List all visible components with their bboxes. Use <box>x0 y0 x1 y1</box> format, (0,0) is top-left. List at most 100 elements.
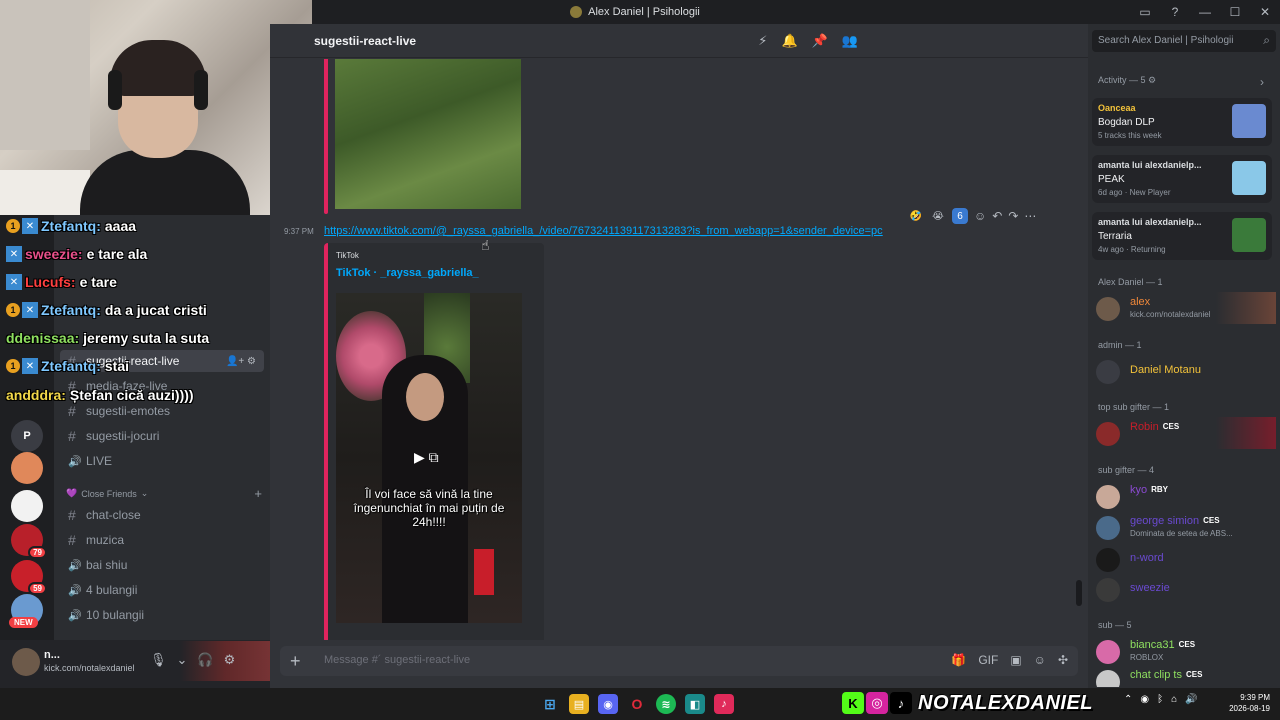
gear-icon[interactable]: ⚙ <box>224 652 236 668</box>
user-name: n... <box>44 649 60 661</box>
microphone-icon[interactable]: 🎙 <box>150 652 167 668</box>
file-explorer-icon[interactable]: ▤ <box>569 694 589 714</box>
channel-4-bulangii[interactable]: 🔊 4 bulangii <box>60 579 264 601</box>
pin-icon[interactable]: 📌 <box>812 33 828 49</box>
spotify-icon[interactable]: ≋ <box>656 694 676 714</box>
system-tray: ⌃ ◉ ᛒ ⌂ 🔊 <box>1124 694 1198 705</box>
brand-name: NOTALEXDANIEL <box>918 691 1094 714</box>
play-icon[interactable]: ▶ ⧉ <box>414 449 439 466</box>
network-icon[interactable]: ⌂ <box>1171 694 1177 705</box>
role-header: top sub gifter — 1 <box>1098 402 1170 412</box>
scrollbar[interactable] <box>1076 580 1082 606</box>
reaction-rofl[interactable]: 🤣 <box>908 208 924 224</box>
server-3[interactable] <box>11 490 43 522</box>
clock[interactable]: 9:39 PM 2026-08-19 <box>1229 692 1270 714</box>
server-5[interactable]: 59 <box>11 560 47 595</box>
tiktok-icon[interactable]: ♪ <box>714 694 734 714</box>
user-status: kick.com/notalexdaniel <box>44 663 135 673</box>
role-header: admin — 1 <box>1098 340 1142 350</box>
member-robin[interactable]: Robin CES <box>1096 417 1276 449</box>
chevron-up-icon[interactable]: ⌃ <box>1124 694 1132 705</box>
channel-bai-shiu[interactable]: 🔊 bai shiu <box>60 554 264 576</box>
bluetooth-icon[interactable]: ᛒ <box>1157 694 1163 705</box>
search-input[interactable]: Search Alex Daniel | Psihologii ⌕ <box>1092 30 1276 52</box>
members-icon[interactable]: 👥 <box>842 33 858 49</box>
category-close-friends[interactable]: 💜 Close Friends ⌄ + <box>66 486 262 501</box>
member-alex[interactable]: alex kick.com/notalexdaniel <box>1096 292 1276 324</box>
avatar <box>1096 360 1120 384</box>
bell-icon[interactable]: 🔔 <box>781 33 797 49</box>
avatar <box>1096 297 1120 321</box>
server-4[interactable]: 79 <box>11 524 47 559</box>
channel-title: sugestii-react-live <box>314 33 417 48</box>
discord-icon[interactable]: ◉ <box>598 694 618 714</box>
embed-author[interactable]: TikTok · _rayssa_gabriella_ <box>336 267 479 279</box>
window-title: Alex Daniel | Psihologii <box>588 6 700 18</box>
volume-icon[interactable]: 🔊 <box>1185 694 1197 705</box>
chat-line: ✕ Lucufs: e tare <box>6 271 117 293</box>
close-button[interactable]: ✕ <box>1250 5 1280 19</box>
embed-video-thumbnail[interactable]: ▶ ⧉ Îl voi face să vină la tine îngenunc… <box>336 293 522 623</box>
opera-icon[interactable]: O <box>627 694 647 714</box>
activity-card[interactable]: amanta lui alexdanielp... Terraria 4w ag… <box>1092 212 1272 260</box>
member-george-simion[interactable]: george simion CES Dominata de setea de AB… <box>1096 513 1276 541</box>
activity-card[interactable]: Oanceaa Bogdan DLP 5 tracks this week <box>1092 98 1272 146</box>
member-bianca31[interactable]: bianca31 CES ROBLOX <box>1096 637 1276 665</box>
help-icon[interactable]: ? <box>1160 5 1190 19</box>
webcam-overlay <box>0 0 312 215</box>
channel-muzica[interactable]: # muzica <box>60 529 264 551</box>
channel-sugestii-jocuri[interactable]: # sugestii-jocuri <box>60 425 264 447</box>
new-badge: NEW <box>9 617 38 628</box>
tiktok-link[interactable]: https://www.tiktok.com/@_rayssa_gabriell… <box>324 225 883 237</box>
sub-badge-icon: 1 <box>6 219 20 233</box>
more-icon[interactable]: ⋯ <box>1024 209 1036 223</box>
sticker-icon[interactable]: ▣ <box>1010 653 1021 667</box>
discord-tray-icon[interactable]: ◉ <box>1140 694 1149 705</box>
threads-icon[interactable]: ⚡ <box>758 33 767 49</box>
avatar <box>1096 548 1120 572</box>
chat-line: 1 ✕ Ztefantq: aaaa <box>6 215 136 237</box>
channel-chat-close[interactable]: # chat-close <box>60 504 264 526</box>
message: 9:37 PM https://www.tiktok.com/@_rayssa_… <box>270 225 1088 241</box>
minimize-button[interactable]: — <box>1190 5 1220 19</box>
gif-icon[interactable]: GIF <box>978 653 998 667</box>
member-sweezie[interactable]: sweezie <box>1096 575 1276 603</box>
member-kyo[interactable]: kyo RBY <box>1096 482 1276 510</box>
add-channel-icon[interactable]: + <box>254 486 262 501</box>
reaction-cry[interactable]: 😭 <box>930 208 946 224</box>
avatar <box>1096 578 1120 602</box>
add-attachment-icon[interactable]: + <box>290 651 301 672</box>
server-1[interactable]: P <box>11 420 43 452</box>
avatar[interactable] <box>12 648 40 676</box>
message-placeholder: Message #´ sugestii-react-live <box>324 654 471 666</box>
add-reaction-icon[interactable]: ☺ <box>974 209 986 223</box>
activity-thumbnail <box>1232 161 1266 195</box>
channel-live[interactable]: 🔊 LIVE <box>60 450 264 472</box>
member-chat-clip-ts[interactable]: chat clip ts CES <box>1096 667 1276 687</box>
video-caption: Îl voi face să vină la tine îngenunchiat… <box>353 487 505 529</box>
server-2[interactable] <box>11 452 43 484</box>
app-icon[interactable]: ◧ <box>685 694 705 714</box>
maximize-button[interactable]: ☐ <box>1220 5 1250 19</box>
member-daniel-motanu[interactable]: Daniel Motanu <box>1096 357 1276 385</box>
embed-accent <box>324 59 328 214</box>
apps-icon[interactable]: ✣ <box>1058 653 1068 667</box>
chevron-down-icon[interactable]: ⌄ <box>177 652 188 668</box>
instagram-logo-icon: ◎ <box>866 692 888 714</box>
channel-10-bulangii[interactable]: 🔊 10 bulangii <box>60 604 264 626</box>
streamer-brand: K ◎ ♪ NOTALEXDANIEL <box>842 688 1093 718</box>
embed-image-grass[interactable] <box>335 59 521 209</box>
headphones-icon[interactable]: 🎧 <box>197 652 213 668</box>
reply-icon[interactable]: ↶ <box>992 209 1002 223</box>
member-n-word[interactable]: n-word <box>1096 545 1276 573</box>
gift-icon[interactable]: 🎁 <box>951 653 966 667</box>
activity-header[interactable]: Activity — 5 ⚙ › <box>1098 75 1264 89</box>
reaction-count[interactable]: 6 <box>952 208 968 224</box>
forward-icon[interactable]: ↷ <box>1008 209 1018 223</box>
avatar <box>1096 640 1120 664</box>
hash-icon: # <box>68 507 76 523</box>
windows-start-icon[interactable]: ⊞ <box>540 694 560 714</box>
activity-card[interactable]: amanta lui alexdanielp... PEAK 6d ago · … <box>1092 155 1272 203</box>
inbox-icon[interactable]: ▭ <box>1130 5 1160 19</box>
emoji-icon[interactable]: ☺ <box>1034 653 1046 667</box>
